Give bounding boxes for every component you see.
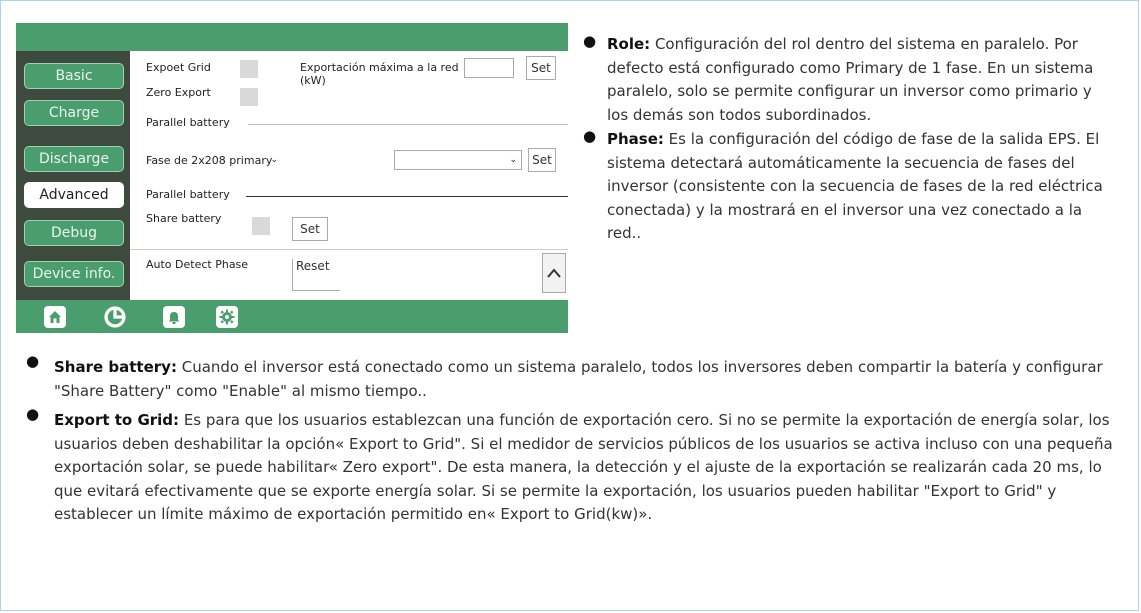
notes-bottom: ● Share battery: Cuando el inversor está… bbox=[26, 352, 1116, 527]
bell-icon[interactable] bbox=[163, 306, 185, 328]
parallel-battery-label: Parallel battery bbox=[146, 116, 230, 129]
sidebar: Basic Charge Discharge Advanced Debug De… bbox=[16, 51, 130, 317]
notes-right: ● Role: Configuración del rol dentro del… bbox=[583, 32, 1113, 246]
sidebar-item-basic[interactable]: Basic bbox=[24, 63, 124, 89]
zero-export-label: Zero Export bbox=[146, 86, 211, 99]
scroll-up-button[interactable] bbox=[542, 253, 566, 293]
set-button-export[interactable]: Set bbox=[526, 56, 556, 80]
export-grid-checkbox[interactable] bbox=[240, 60, 258, 78]
gear-icon[interactable] bbox=[216, 306, 238, 328]
divider bbox=[130, 249, 568, 250]
divider bbox=[246, 196, 568, 197]
bullet-icon: ● bbox=[583, 127, 597, 145]
chevron-down-icon: ⌄ bbox=[270, 155, 278, 165]
note-term: Role: bbox=[607, 35, 651, 53]
note-text: Configuración del rol dentro del sistema… bbox=[607, 35, 1094, 124]
bullet-icon: ● bbox=[26, 405, 40, 423]
pie-chart-icon[interactable] bbox=[104, 306, 126, 328]
phase-select[interactable]: ⌄ bbox=[260, 151, 282, 171]
max-export-input[interactable] bbox=[464, 58, 514, 78]
secondary-select[interactable]: ⌄ bbox=[394, 150, 522, 170]
note-role: ● Role: Configuración del rol dentro del… bbox=[583, 32, 1113, 127]
note-text: Es la configuración del código de fase d… bbox=[607, 130, 1103, 242]
note-term: Phase: bbox=[607, 130, 664, 148]
auto-detect-phase-label: Auto Detect Phase bbox=[146, 258, 249, 271]
sidebar-item-charge[interactable]: Charge bbox=[24, 100, 124, 126]
zero-export-checkbox[interactable] bbox=[240, 88, 258, 106]
note-share-battery: ● Share battery: Cuando el inversor está… bbox=[26, 352, 1116, 403]
sidebar-item-device-info[interactable]: Device info. bbox=[24, 261, 124, 287]
chevron-down-icon: ⌄ bbox=[509, 155, 517, 165]
max-export-label: Exportación máxima a la red (kW) bbox=[300, 61, 459, 87]
note-term: Share battery: bbox=[54, 358, 177, 376]
set-button-phase[interactable]: Set bbox=[528, 148, 556, 172]
chevron-up-icon bbox=[547, 268, 561, 278]
bullet-icon: ● bbox=[26, 352, 40, 370]
top-bar bbox=[16, 23, 568, 51]
share-battery-label: Share battery bbox=[146, 212, 222, 225]
bullet-icon: ● bbox=[583, 32, 597, 50]
note-term: Export to Grid: bbox=[54, 411, 180, 429]
share-battery-checkbox[interactable] bbox=[252, 217, 270, 235]
sidebar-item-debug[interactable]: Debug bbox=[24, 220, 124, 246]
settings-content: Expoet Grid Zero Export Exportación máxi… bbox=[130, 51, 568, 300]
phase-label: Fase de 2x208 primary bbox=[146, 154, 273, 167]
note-text: Es para que los usuarios establezcan una… bbox=[54, 411, 1113, 523]
note-phase: ● Phase: Es la configuración del código … bbox=[583, 127, 1113, 246]
divider bbox=[248, 124, 568, 125]
sidebar-item-discharge[interactable]: Discharge bbox=[24, 146, 124, 172]
inverter-settings-panel: Basic Charge Discharge Advanced Debug De… bbox=[16, 23, 568, 333]
export-grid-label: Expoet Grid bbox=[146, 61, 211, 74]
home-icon[interactable] bbox=[44, 306, 66, 328]
reset-button[interactable]: Reset bbox=[292, 259, 340, 291]
note-export-to-grid: ● Export to Grid: Es para que los usuari… bbox=[26, 405, 1116, 527]
note-text: Cuando el inversor está conectado como u… bbox=[54, 358, 1103, 400]
parallel-battery-label-2: Parallel battery bbox=[146, 188, 230, 201]
set-button-share[interactable]: Set bbox=[292, 217, 328, 241]
bottom-nav bbox=[16, 300, 568, 333]
sidebar-item-advanced[interactable]: Advanced bbox=[24, 182, 124, 208]
